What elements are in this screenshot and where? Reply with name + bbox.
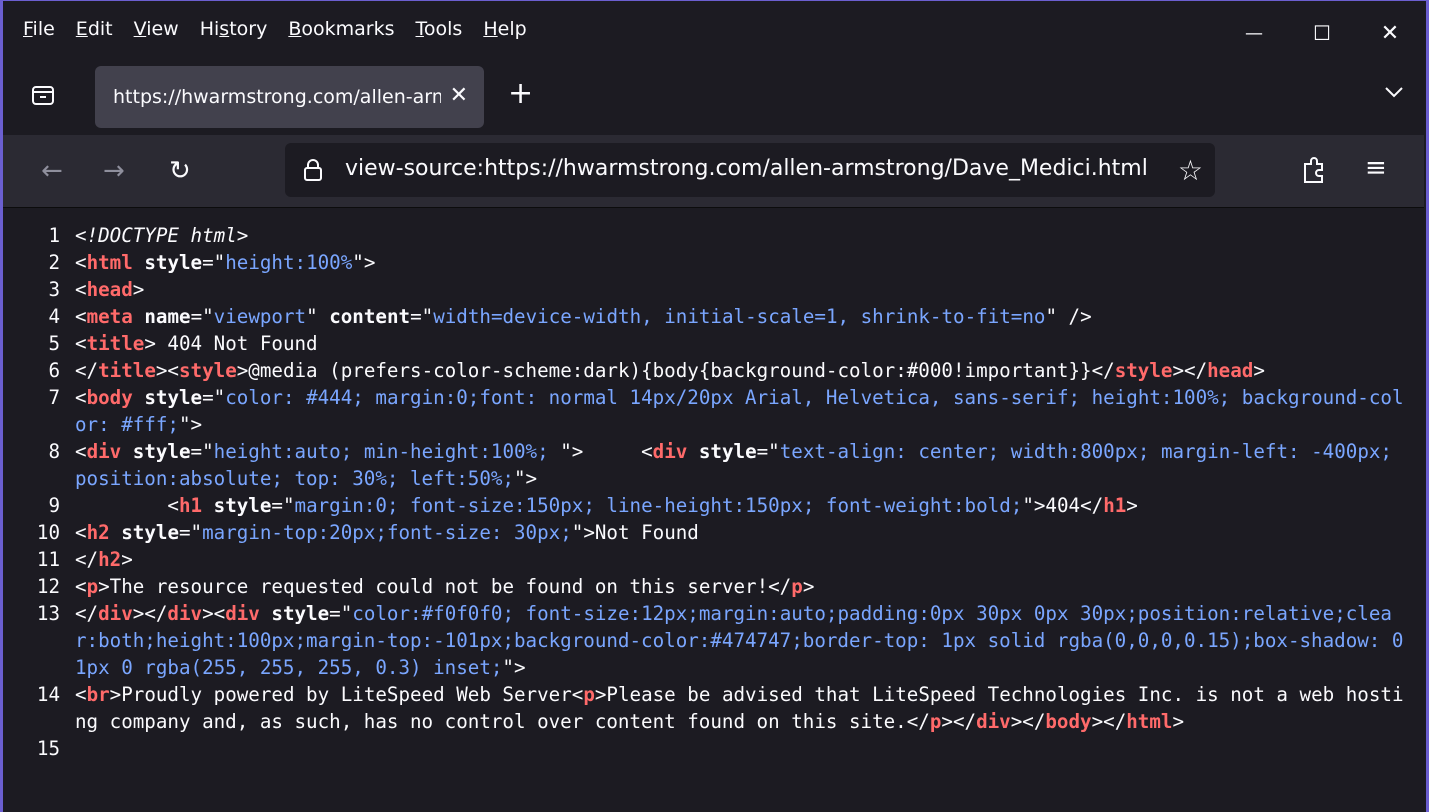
line-code: </h2>: [75, 548, 133, 571]
app-menu-button[interactable]: ≡: [1365, 153, 1387, 183]
source-line: 8 <div style="height:auto; min-height:100…: [3, 438, 1424, 492]
back-button[interactable]: ←: [41, 156, 63, 186]
line-number: 12: [36, 575, 60, 598]
menu-edit[interactable]: Edit: [76, 18, 113, 40]
source-line: 2 <html style="height:100%">: [3, 249, 1424, 276]
line-code: </div></div><div style="color:#f0f0f0; f…: [75, 602, 1416, 679]
url-bar[interactable]: view-source:https://hwarmstrong.com/alle…: [285, 143, 1215, 197]
source-line: 4 <meta name="viewport" content="width=de…: [3, 303, 1424, 330]
line-number: 11: [36, 548, 60, 571]
menu-file[interactable]: File: [23, 18, 55, 40]
menu-bar: File Edit View History Bookmarks Tools Help — …: [3, 1, 1424, 59]
source-line: 3 <head>: [3, 276, 1424, 303]
tab-active[interactable]: https://hwarmstrong.com/allen-armstrong/…: [95, 66, 484, 128]
source-line: 14 <br>Proudly powered by LiteSpeed Web S…: [3, 681, 1424, 735]
lock-icon[interactable]: [303, 158, 323, 182]
new-tab-button[interactable]: +: [508, 79, 533, 109]
line-number: 15: [36, 737, 60, 760]
line-number: 4: [48, 305, 60, 328]
line-number: 10: [36, 521, 60, 544]
line-code: <head>: [75, 278, 145, 301]
line-number: 9: [48, 494, 60, 517]
line-number: 6: [48, 359, 60, 382]
source-line: 13 </div></div><div style="color:#f0f0f0;…: [3, 600, 1424, 681]
source-line: 5 <title> 404 Not Found: [3, 330, 1424, 357]
line-number: 7: [48, 386, 60, 409]
chevron-down-icon[interactable]: [1384, 85, 1404, 99]
source-line: 1 <!DOCTYPE html>: [3, 222, 1424, 249]
line-code: <title> 404 Not Found: [75, 332, 318, 355]
extensions-icon[interactable]: [1301, 156, 1327, 184]
source-line: 11 </h2>: [3, 546, 1424, 573]
minimize-button[interactable]: —: [1220, 15, 1288, 51]
line-code: </title><style>@media (prefers-color-sch…: [75, 359, 1265, 382]
line-code: [75, 735, 1424, 762]
url-text[interactable]: view-source:https://hwarmstrong.com/alle…: [345, 156, 1148, 181]
menu-view[interactable]: View: [134, 18, 179, 40]
window-controls: — ☐ ✕: [1220, 15, 1424, 51]
source-line: 9 <h1 style="margin:0; font-size:150px; …: [3, 492, 1424, 519]
line-code: <html style="height:100%">: [75, 251, 376, 274]
line-number: 3: [48, 278, 60, 301]
tab-strip: https://hwarmstrong.com/allen-armstrong/…: [3, 59, 1424, 135]
line-code: <br>Proudly powered by LiteSpeed Web Ser…: [75, 683, 1404, 733]
source-line: 10 <h2 style="margin-top:20px;font-size: …: [3, 519, 1424, 546]
line-number: 14: [36, 683, 60, 706]
forward-button[interactable]: →: [103, 156, 125, 186]
tab-title: https://hwarmstrong.com/allen-armstrong/…: [113, 86, 441, 108]
menu-help[interactable]: Help: [483, 18, 526, 40]
line-code: <body style="color: #444; margin:0;font:…: [75, 386, 1404, 436]
line-code: <div style="height:auto; min-height:100%…: [75, 440, 1404, 490]
source-line: 15: [3, 735, 1424, 762]
navigation-toolbar: ← → ↻ view-source:https://hwarmstrong.co…: [3, 135, 1424, 208]
line-code: <p>The resource requested could not be f…: [75, 575, 815, 598]
browser-chrome: File Edit View History Bookmarks Tools Help — …: [3, 1, 1424, 135]
menu-bookmarks[interactable]: Bookmarks: [288, 18, 394, 40]
line-number: 5: [48, 332, 60, 355]
line-number: 8: [48, 440, 60, 463]
close-window-button[interactable]: ✕: [1356, 15, 1424, 51]
reload-button[interactable]: ↻: [169, 156, 191, 186]
menu-history[interactable]: History: [200, 18, 268, 40]
maximize-button[interactable]: ☐: [1288, 15, 1356, 51]
line-code: <h2 style="margin-top:20px;font-size: 30…: [75, 521, 699, 544]
source-line: 6 </title><style>@media (prefers-color-sc…: [3, 357, 1424, 384]
source-line: 7 <body style="color: #444; margin:0;font…: [3, 384, 1424, 438]
menu-items: File Edit View History Bookmarks Tools Help: [23, 18, 548, 40]
firefox-view-icon[interactable]: [31, 84, 55, 106]
source-line: 12 <p>The resource requested could not be…: [3, 573, 1424, 600]
line-code: <!DOCTYPE html>: [75, 224, 249, 247]
close-tab-icon[interactable]: ✕: [450, 83, 468, 108]
bookmark-star-icon[interactable]: ☆: [1178, 154, 1203, 187]
line-number: 1: [48, 224, 60, 247]
menu-tools[interactable]: Tools: [416, 18, 463, 40]
line-code: <meta name="viewport" content="width=dev…: [75, 305, 1092, 328]
line-code: <h1 style="margin:0; font-size:150px; li…: [75, 494, 1138, 517]
source-view: 1 <!DOCTYPE html> 2 <html style="height:100…: [3, 208, 1424, 812]
line-number: 2: [48, 251, 60, 274]
line-number: 13: [36, 602, 60, 625]
